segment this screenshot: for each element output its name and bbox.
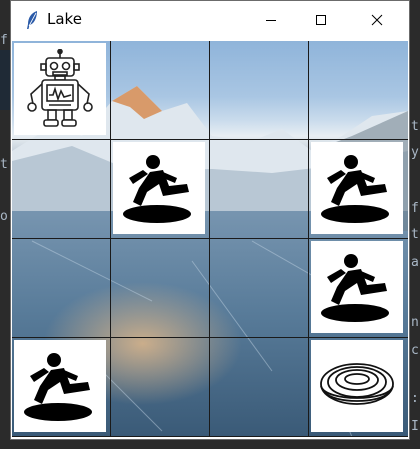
peek-char: c xyxy=(411,343,419,358)
board-cell[interactable] xyxy=(12,239,111,338)
falling-person-hole-icon xyxy=(321,155,389,223)
board-cell[interactable] xyxy=(111,140,210,239)
lake-window: Lake xyxy=(10,0,410,440)
peek-char: n xyxy=(411,315,419,330)
peek-char: a xyxy=(411,255,419,270)
peek-char: f xyxy=(411,201,419,216)
board-cell[interactable] xyxy=(12,140,111,239)
board-cell[interactable] xyxy=(309,239,408,338)
board-cell[interactable] xyxy=(12,41,111,140)
minimize-icon xyxy=(266,20,276,21)
maximize-button[interactable] xyxy=(298,1,344,39)
board-cell[interactable] xyxy=(12,338,111,437)
board-cell[interactable] xyxy=(111,239,210,338)
board-grid xyxy=(12,41,408,437)
frisbee-icon xyxy=(320,363,394,405)
falling-person-hole-icon xyxy=(321,254,389,322)
falling-person-hole-icon xyxy=(123,155,191,223)
robot-tile xyxy=(14,43,106,135)
peek-char: : xyxy=(411,391,419,406)
falling-person-hole-icon xyxy=(24,353,92,421)
peek-char: t xyxy=(411,227,419,242)
robot-icon xyxy=(27,49,93,127)
window-title: Lake xyxy=(47,10,82,28)
maximize-icon xyxy=(316,15,326,25)
close-button[interactable] xyxy=(354,1,400,39)
hole-tile xyxy=(113,142,205,234)
board-cell[interactable] xyxy=(111,41,210,140)
hole-tile xyxy=(14,340,106,432)
hole-tile xyxy=(311,142,403,234)
minimize-button[interactable] xyxy=(248,1,294,39)
board-cell[interactable] xyxy=(111,338,210,437)
board-cell[interactable] xyxy=(309,338,408,437)
board-cell[interactable] xyxy=(210,41,309,140)
board-cell[interactable] xyxy=(309,140,408,239)
close-icon xyxy=(371,14,383,26)
board-cell[interactable] xyxy=(309,41,408,140)
hole-tile xyxy=(311,241,403,333)
board-cell[interactable] xyxy=(210,140,309,239)
peek-char: y xyxy=(411,145,419,160)
board-cell[interactable] xyxy=(210,338,309,437)
lake-board xyxy=(12,41,408,437)
peek-char: o xyxy=(0,209,8,224)
feather-icon xyxy=(27,11,37,29)
peek-char: t xyxy=(411,119,419,134)
board-cell[interactable] xyxy=(210,239,309,338)
goal-tile xyxy=(311,340,403,432)
title-bar[interactable]: Lake xyxy=(11,1,409,39)
peek-char: I xyxy=(411,419,419,434)
peek-char: f xyxy=(0,33,8,48)
